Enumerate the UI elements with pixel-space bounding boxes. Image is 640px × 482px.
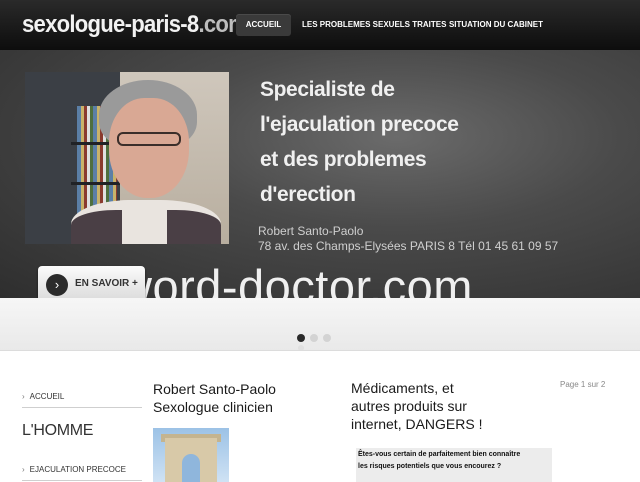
sidebar-item-label: ACCUEIL (29, 392, 65, 401)
doctor-title: Sexologue clinicien (153, 399, 273, 415)
sidebar-heading: L'HOMME (22, 422, 94, 439)
nav-item-problemes[interactable]: LES PROBLEMES SEXUELS TRAITES (302, 14, 446, 36)
site-logo[interactable]: sexologue-paris-8.com (22, 11, 248, 39)
hero-address-line: 78 av. des Champs-Elysées PARIS 8 Tél 01… (258, 239, 559, 253)
nav-item-cabinet[interactable]: SITUATION DU CABINET (448, 14, 544, 36)
arc-de-triomphe-photo (153, 428, 229, 482)
pagination-indicator: Page 1 sur 2 (560, 380, 606, 389)
arrow-right-circle-icon: › (46, 274, 68, 296)
hero-headline-line: d'erection (260, 183, 356, 206)
hero-headline-line: et des problemes (260, 148, 427, 171)
article-question-line: les risques potentiels que vous encourez… (358, 463, 502, 470)
hero-headline-line: l'ejaculation precoce (260, 113, 459, 136)
hero-headline-line: Specialiste de (260, 78, 395, 101)
hero-slider: Specialiste de l'ejaculation precoce et … (0, 50, 640, 298)
slide-dot-1[interactable] (297, 334, 305, 342)
doctor-name: Robert Santo-Paolo (153, 381, 276, 397)
hero-address-line: Robert Santo-Paolo (258, 224, 364, 238)
divider (22, 480, 142, 481)
site-header: sexologue-paris-8.com ACCUEIL LES PROBLE… (0, 0, 640, 50)
nav-item-accueil[interactable]: ACCUEIL (236, 14, 291, 36)
slider-controls (0, 298, 640, 350)
article-title-line[interactable]: autres produits sur (351, 398, 467, 414)
divider (0, 350, 640, 351)
logo-main: sexologue-paris-8 (22, 11, 199, 38)
sidebar-item-ejaculation-precoce[interactable]: › EJACULATION PRECOCE (22, 465, 126, 474)
doctor-photo (25, 72, 229, 244)
divider (22, 407, 142, 408)
slide-dot-3[interactable] (323, 334, 331, 342)
article-title-line[interactable]: Médicaments, et (351, 380, 454, 396)
chevron-right-icon: › (22, 392, 25, 401)
chevron-right-icon: › (22, 465, 25, 474)
slide-dot-2[interactable] (310, 334, 318, 342)
article-question-line: Êtes-vous certain de parfaitement bien c… (358, 451, 521, 458)
sidebar-item-label: EJACULATION PRECOCE (29, 465, 126, 474)
sidebar-item-accueil[interactable]: › ACCUEIL (22, 392, 64, 401)
en-savoir-plus-label: EN SAVOIR + (75, 278, 138, 289)
article-title-line[interactable]: internet, DANGERS ! (351, 416, 483, 432)
watermark: word-doctor.com (118, 260, 473, 298)
